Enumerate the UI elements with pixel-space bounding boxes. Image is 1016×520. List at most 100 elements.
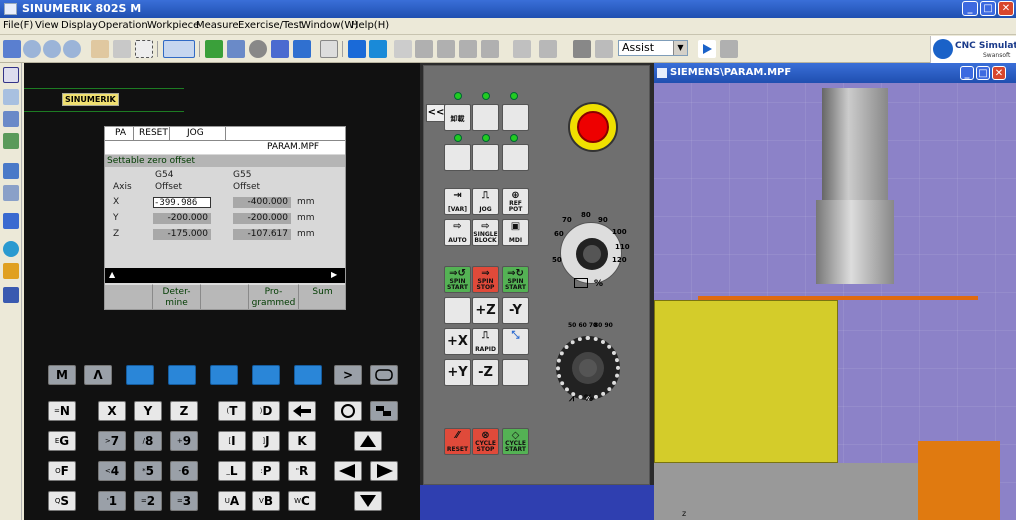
g54-z-field[interactable]: -175.000	[153, 229, 211, 240]
key-cycle-stop[interactable]: ⊗ CYCLE STOP	[472, 428, 499, 455]
key-d[interactable]: )D	[252, 401, 280, 421]
key-blank-1[interactable]	[472, 104, 499, 131]
key-plus-y[interactable]: +Y	[444, 359, 471, 386]
clamp-icon[interactable]	[415, 40, 433, 58]
menu-operation[interactable]: Operation	[98, 20, 148, 31]
key-window[interactable]	[370, 401, 398, 421]
view-close-button[interactable]: ✕	[992, 66, 1006, 80]
g54-x-field[interactable]: -399.986	[153, 197, 211, 208]
measure-icon[interactable]	[513, 40, 531, 58]
key-r[interactable]: "R	[288, 461, 316, 481]
zoom-in-icon[interactable]	[23, 40, 41, 58]
view-minimize-button[interactable]: _	[960, 66, 974, 80]
menu-file[interactable]: File(F)	[3, 20, 33, 31]
key-ref-pot[interactable]: ⊕ REF POT	[502, 188, 529, 215]
emergency-stop-button[interactable]	[568, 102, 618, 152]
rotate-icon[interactable]	[113, 40, 131, 58]
layers-icon[interactable]	[3, 287, 19, 303]
key-7[interactable]: >7	[98, 431, 126, 451]
key-5[interactable]: *5	[134, 461, 162, 481]
key-2[interactable]: =2	[134, 491, 162, 511]
save-icon[interactable]	[3, 40, 21, 58]
key-arrow-down[interactable]	[354, 491, 382, 511]
key-n[interactable]: =N	[48, 401, 76, 421]
key-blue-3[interactable]	[210, 365, 238, 385]
box-icon[interactable]	[3, 263, 19, 279]
nav-up-icon[interactable]: ▲	[109, 270, 115, 279]
key-plus-x[interactable]: +X	[444, 328, 471, 355]
key-l[interactable]: _L	[218, 461, 246, 481]
fixture-icon[interactable]	[437, 40, 455, 58]
cube-icon[interactable]	[348, 40, 366, 58]
key-reset[interactable]: ⁄⁄ RESET	[444, 428, 471, 455]
key-i[interactable]: [I	[218, 431, 246, 451]
key-var[interactable]: ⇥ [VAR]	[444, 188, 471, 215]
key-c[interactable]: WC	[288, 491, 316, 511]
key-blank-4[interactable]	[472, 144, 499, 171]
g55-y-field[interactable]: -200.000	[233, 213, 291, 224]
menu-workpiece[interactable]: Workpiece	[147, 20, 199, 31]
key-caret[interactable]: Λ	[84, 365, 112, 385]
key-b[interactable]: VB	[252, 491, 280, 511]
key-rapid[interactable]: ⎍ RAPID	[472, 328, 499, 355]
key-mdi[interactable]: ▣ MDI	[502, 219, 529, 246]
key-1[interactable]: '1	[98, 491, 126, 511]
probe-icon[interactable]	[539, 40, 557, 58]
key-menu[interactable]	[370, 365, 398, 385]
maximize-button[interactable]: □	[980, 1, 996, 16]
menu-view[interactable]: View	[35, 20, 59, 31]
key-6[interactable]: -6	[170, 461, 198, 481]
key-4[interactable]: <4	[98, 461, 126, 481]
view-maximize-button[interactable]: □	[976, 66, 990, 80]
key-single-block[interactable]: ⇨ SINGLE BLOCK	[472, 219, 499, 246]
transparent-icon[interactable]	[394, 40, 412, 58]
key-t[interactable]: (T	[218, 401, 246, 421]
key-auto[interactable]: ⇨ AUTO	[444, 219, 471, 246]
key-arrow-left[interactable]	[334, 461, 362, 481]
key-cursor[interactable]: ⤡	[502, 328, 529, 355]
eraser-icon[interactable]	[3, 89, 19, 105]
key-arrow-up[interactable]	[354, 431, 382, 451]
view-options-icon[interactable]	[163, 40, 195, 58]
softkey-sum[interactable]: Sum	[299, 284, 345, 309]
key-g[interactable]: EG	[48, 431, 76, 451]
disk-icon[interactable]	[573, 40, 591, 58]
key-blank-2[interactable]	[502, 104, 529, 131]
menu-display[interactable]: Display	[61, 20, 98, 31]
key-blue-5[interactable]	[294, 365, 322, 385]
pen-icon[interactable]	[3, 111, 19, 127]
mode-select[interactable]: Assist ▼	[618, 40, 688, 56]
key-9[interactable]: +9	[170, 431, 198, 451]
key-minus-y[interactable]: -Y	[502, 297, 529, 324]
key-3[interactable]: =3	[170, 491, 198, 511]
menu-help[interactable]: Help(H)	[351, 20, 389, 31]
key-j[interactable]: ]J	[252, 431, 280, 451]
key-y[interactable]: Y	[134, 401, 162, 421]
softkey-programmed[interactable]: Pro- grammed	[249, 284, 299, 309]
tool-icon[interactable]	[205, 40, 223, 58]
close-button[interactable]: ✕	[998, 1, 1014, 16]
key-arrow-right[interactable]	[370, 461, 398, 481]
key-minus-z[interactable]: -Z	[472, 359, 499, 386]
solid-icon[interactable]	[293, 40, 311, 58]
settings-icon[interactable]	[595, 40, 613, 58]
play-icon[interactable]	[698, 40, 716, 58]
globe-icon[interactable]	[3, 241, 19, 257]
g54-y-field[interactable]: -200.000	[153, 213, 211, 224]
key-spin-start-ccw[interactable]: ⇒↺ SPIN START	[444, 266, 471, 293]
key-f[interactable]: OF	[48, 461, 76, 481]
g55-x-field[interactable]: -400.000	[233, 197, 291, 208]
key-blank-5[interactable]	[502, 144, 529, 171]
spindle-override-knob[interactable]	[556, 336, 620, 400]
softkey-1[interactable]	[105, 284, 153, 309]
key-blue-4[interactable]	[252, 365, 280, 385]
pan-hand-icon[interactable]	[91, 40, 109, 58]
section-icon[interactable]	[320, 40, 338, 58]
key-spin-stop[interactable]: ⇒ SPIN STOP	[472, 266, 499, 293]
key-blue-1[interactable]	[126, 365, 154, 385]
ruler-icon[interactable]	[3, 133, 19, 149]
key-plus-z[interactable]: +Z	[472, 297, 499, 324]
zoom-fit-icon[interactable]	[63, 40, 81, 58]
key-backspace[interactable]	[288, 401, 316, 421]
record-icon[interactable]	[720, 40, 738, 58]
